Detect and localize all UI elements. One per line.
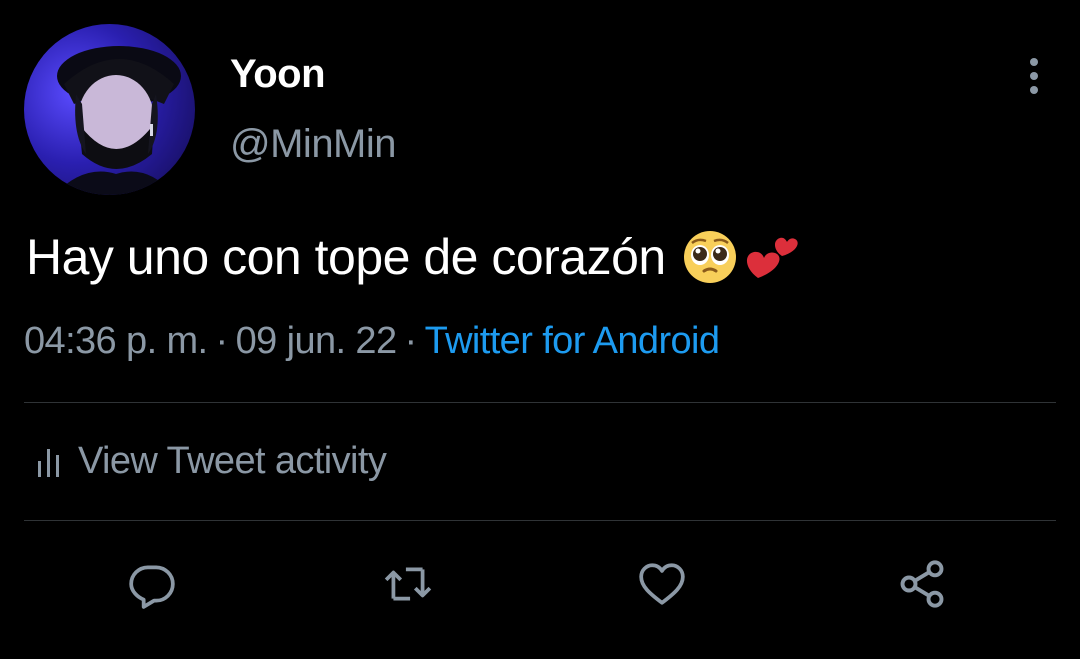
avatar[interactable]: [24, 24, 195, 195]
tweet-body: Hay uno con tope de corazón: [26, 229, 666, 285]
retweet-icon: [384, 567, 432, 601]
tweet-activity-label: View Tweet activity: [78, 440, 387, 482]
retweet-button[interactable]: [380, 556, 436, 612]
reply-button[interactable]: [124, 556, 180, 612]
tweet-date: 09 jun. 22: [235, 320, 398, 362]
display-name[interactable]: Yoon: [230, 52, 326, 97]
meta-separator: ·: [404, 320, 418, 362]
divider: [24, 402, 1056, 403]
tweet-source-link[interactable]: Twitter for Android: [425, 320, 720, 362]
tweet-meta: 04:36 p. m. · 09 jun. 22 · Twitter for Andro…: [24, 320, 720, 363]
share-icon: [900, 560, 944, 608]
reply-icon: [129, 565, 175, 609]
bar-chart-icon: [38, 448, 59, 477]
tweet-text: Hay uno con tope de corazón: [26, 228, 800, 286]
avatar-photo: [54, 46, 181, 195]
pleading-face-icon: [682, 229, 738, 285]
view-tweet-activity-button[interactable]: View Tweet activity: [36, 440, 387, 483]
user-handle[interactable]: @MinMin: [230, 122, 397, 167]
divider: [24, 520, 1056, 521]
two-hearts-icon: [742, 228, 800, 286]
meta-separator: ·: [215, 320, 229, 362]
tweet-time: 04:36 p. m.: [24, 320, 208, 362]
share-button[interactable]: [894, 556, 950, 612]
tweet-action-bar: [0, 556, 1080, 612]
more-options-icon[interactable]: [1014, 56, 1054, 96]
like-button[interactable]: [634, 556, 690, 612]
heart-icon: [639, 563, 685, 605]
